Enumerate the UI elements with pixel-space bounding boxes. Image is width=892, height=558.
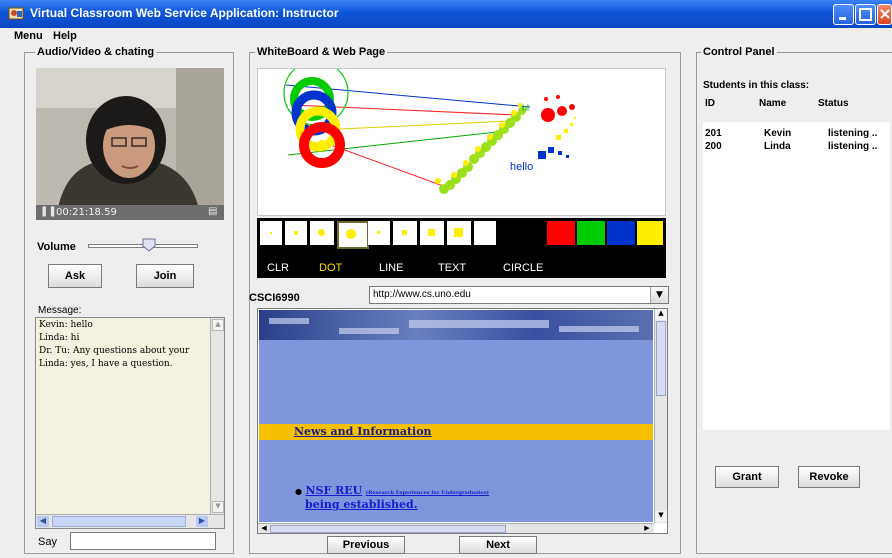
url-combobox[interactable]: http://www.cs.uno.edu ▼ — [369, 286, 669, 304]
chat-message: Linda: hi — [39, 333, 80, 343]
student-id: 200 — [705, 141, 722, 152]
size-box-4-selected[interactable] — [337, 221, 369, 249]
web-reu-item: ● NSF REU (Research Experiences for Unde… — [295, 484, 489, 497]
web-scroll-left-icon[interactable]: ◀ — [259, 524, 269, 533]
tool-clr[interactable]: CLR — [267, 262, 289, 274]
student-table[interactable]: 201 Kevin listening .. 200 Linda listeni… — [703, 122, 890, 430]
title-bar[interactable]: Virtual Classroom Web Service Applicatio… — [0, 0, 892, 28]
video-status-bar: ❚❚ 00:21:18.59 ▤ — [36, 205, 224, 220]
control-panel-title: Control Panel — [701, 46, 777, 58]
scroll-left-icon[interactable]: ◀ — [37, 516, 49, 527]
message-horizontal-scrollbar[interactable]: ◀ ▶ — [36, 514, 224, 528]
video-feed — [36, 68, 224, 220]
whiteboard-drawing: hl hello — [283, 69, 576, 194]
size-box-3[interactable] — [310, 221, 334, 245]
close-button[interactable] — [877, 4, 892, 25]
volume-label: Volume — [37, 241, 76, 253]
web-horizontal-scroll-thumb[interactable] — [270, 525, 506, 533]
web-scroll-right-icon[interactable]: ▶ — [642, 524, 652, 533]
web-vertical-scrollbar[interactable]: ▲ ▼ — [654, 309, 667, 523]
color-swatch-blue[interactable] — [607, 221, 635, 245]
webcam-image — [36, 68, 224, 220]
column-header-name: Name — [759, 98, 787, 109]
chat-message: Dr. Tu: Any questions about your — [39, 346, 190, 356]
maximize-button[interactable] — [855, 4, 876, 25]
join-button[interactable]: Join — [136, 264, 194, 288]
web-news-link[interactable]: News and Information — [294, 425, 432, 438]
drawing-toolbar: CLR DOT LINE TEXT CIRCLE — [257, 218, 666, 278]
menu-item-menu[interactable]: Menu — [14, 30, 43, 42]
web-vertical-scroll-thumb[interactable] — [656, 321, 666, 396]
url-value: http://www.cs.uno.edu — [373, 289, 471, 300]
web-reu-link[interactable]: NSF REU — [305, 484, 362, 497]
students-label: Students in this class: — [703, 80, 810, 91]
tool-line[interactable]: LINE — [379, 262, 403, 274]
web-reu-small-link[interactable]: (Research Experiences for Undergraduates… — [366, 490, 489, 496]
message-label: Message: — [38, 305, 82, 316]
grant-button[interactable]: Grant — [715, 466, 779, 488]
web-horizontal-scrollbar[interactable]: ◀ ▶ — [258, 523, 654, 533]
course-label: CSCI6990 — [249, 292, 300, 304]
revoke-button[interactable]: Revoke — [798, 466, 860, 488]
size-box-5[interactable] — [368, 221, 390, 245]
color-swatch-red[interactable] — [547, 221, 575, 245]
menu-item-help[interactable]: Help — [53, 30, 77, 42]
size-box-2[interactable] — [285, 221, 307, 245]
student-status: listening .. — [828, 141, 878, 152]
pause-icon[interactable]: ❚❚ — [40, 206, 57, 217]
size-box-6[interactable] — [393, 221, 417, 245]
scroll-down-icon[interactable]: ▼ — [212, 501, 224, 513]
web-scroll-down-icon[interactable]: ▼ — [655, 511, 667, 522]
tool-dot[interactable]: DOT — [319, 262, 342, 274]
app-icon — [8, 6, 24, 22]
scroll-up-icon[interactable]: ▲ — [212, 319, 224, 331]
web-news-bar: News and Information — [259, 424, 653, 440]
video-timecode: 00:21:18.59 — [56, 207, 117, 218]
canvas-text: hello — [510, 161, 533, 173]
column-header-status: Status — [818, 98, 849, 109]
next-button[interactable]: Next — [459, 536, 537, 554]
size-box-1[interactable] — [260, 221, 282, 245]
say-input[interactable] — [70, 532, 216, 550]
column-header-id: ID — [705, 98, 715, 109]
table-row[interactable]: 201 Kevin listening .. — [703, 128, 890, 140]
color-swatch-yellow[interactable] — [637, 221, 663, 245]
horizontal-scroll-thumb[interactable] — [52, 516, 186, 527]
message-list: Kevin: hello Linda: hi Dr. Tu: Any questio… — [39, 319, 221, 371]
size-box-9[interactable] — [474, 221, 496, 245]
color-swatch-green[interactable] — [577, 221, 605, 245]
student-name: Linda — [764, 141, 791, 152]
say-label: Say — [38, 536, 57, 548]
web-page-content: News and Information ● NSF REU (Research… — [259, 310, 653, 522]
message-area[interactable]: Kevin: hello Linda: hi Dr. Tu: Any questio… — [35, 317, 225, 529]
svg-text:hl: hl — [522, 103, 529, 113]
web-scroll-up-icon[interactable]: ▲ — [655, 309, 667, 320]
chat-message: Linda: yes, I have a question. — [39, 359, 173, 369]
whiteboard-canvas[interactable]: hl hello — [257, 68, 666, 216]
tool-circle[interactable]: CIRCLE — [503, 262, 543, 274]
student-name: Kevin — [764, 128, 792, 139]
whiteboard-panel-title: WhiteBoard & Web Page — [255, 46, 388, 58]
web-page-view[interactable]: News and Information ● NSF REU (Research… — [257, 308, 668, 534]
web-reu-link-line2[interactable]: being established. — [305, 498, 418, 511]
volume-slider-thumb[interactable] — [142, 238, 156, 252]
scroll-right-icon[interactable]: ▶ — [196, 516, 208, 527]
size-box-7[interactable] — [420, 221, 444, 245]
tool-text[interactable]: TEXT — [438, 262, 466, 274]
minimize-button[interactable] — [833, 4, 854, 25]
chat-message: Kevin: hello — [39, 320, 93, 330]
menu-bar: Menu Help — [0, 28, 892, 46]
student-id: 201 — [705, 128, 722, 139]
ask-button[interactable]: Ask — [48, 264, 102, 288]
window-title: Virtual Classroom Web Service Applicatio… — [30, 6, 339, 20]
audio-video-panel-title: Audio/Video & chating — [35, 46, 157, 58]
size-box-8[interactable] — [447, 221, 471, 245]
table-row[interactable]: 200 Linda listening .. — [703, 141, 890, 153]
previous-button[interactable]: Previous — [327, 536, 405, 554]
video-menu-icon[interactable]: ▤ — [208, 206, 217, 217]
chevron-down-icon[interactable]: ▼ — [650, 287, 668, 303]
student-status: listening .. — [828, 128, 878, 139]
web-banner — [259, 310, 653, 340]
message-vertical-scrollbar[interactable]: ▲ ▼ — [210, 318, 224, 515]
